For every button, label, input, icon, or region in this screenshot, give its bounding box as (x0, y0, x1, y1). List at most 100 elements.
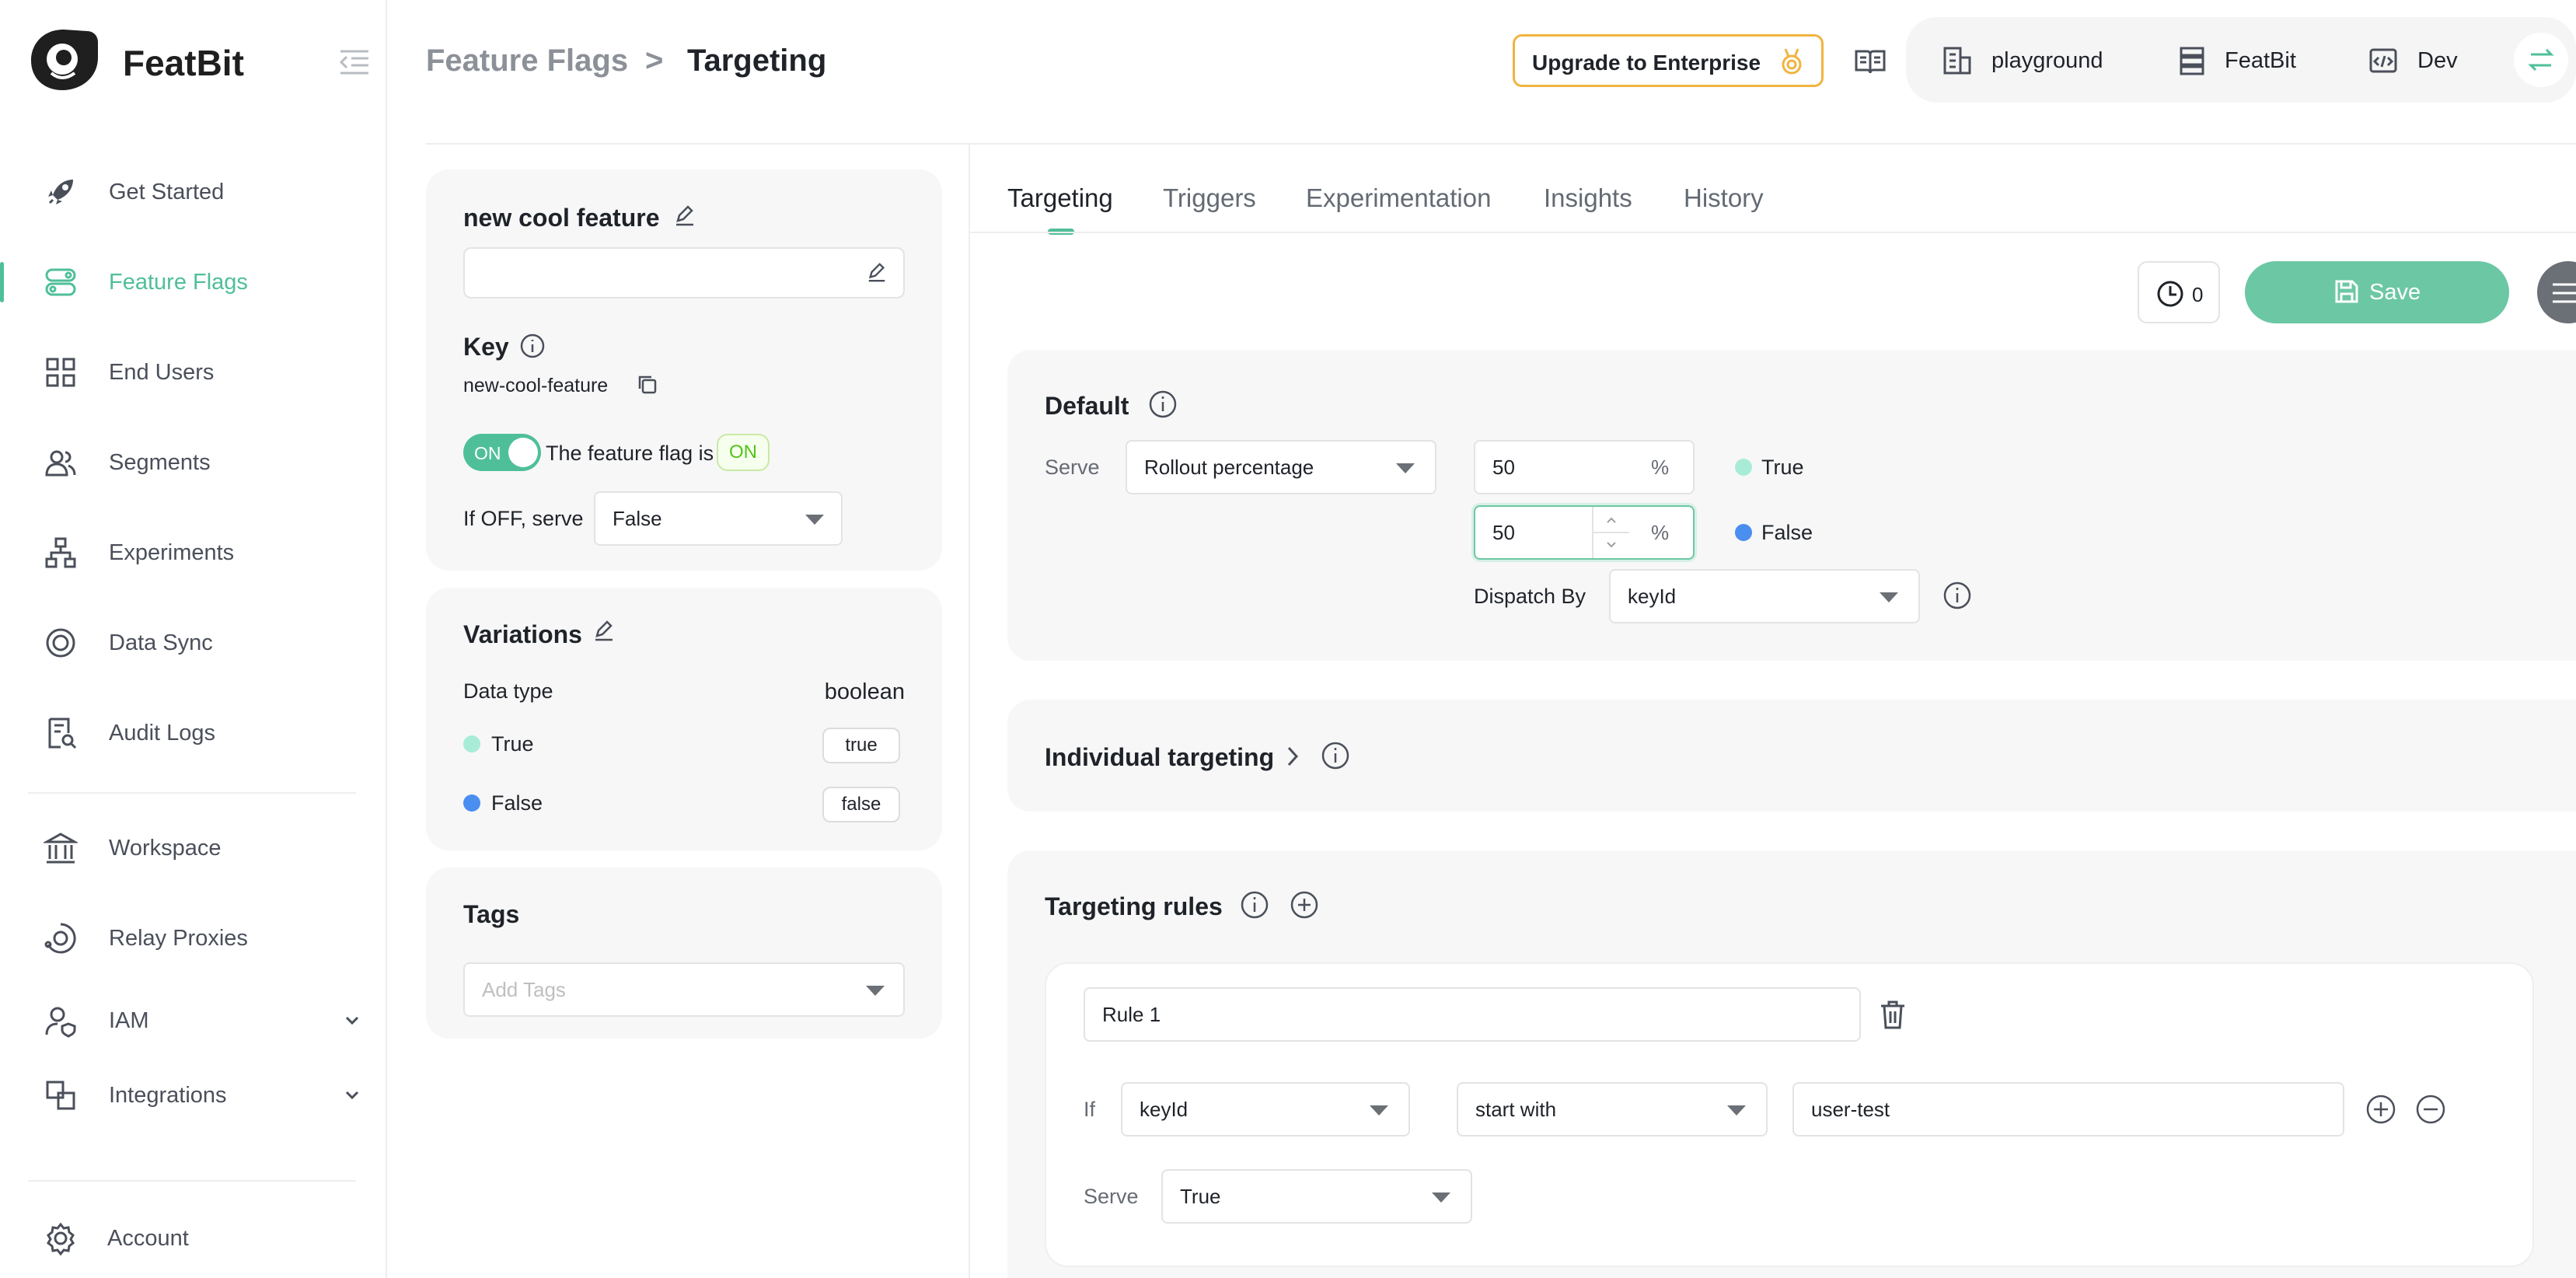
rule-name-input[interactable]: Rule 1 (1084, 987, 1861, 1042)
chevron-down-icon (866, 986, 885, 996)
edit-name-icon[interactable] (673, 204, 696, 231)
rollout-percent-input-focused[interactable]: 50 % (1474, 505, 1695, 560)
schedule-button[interactable]: 0 (2138, 261, 2220, 323)
tab-targeting[interactable]: Targeting (1007, 183, 1113, 213)
tab-history[interactable]: History (1684, 183, 1764, 213)
organization-name[interactable]: playground (1991, 48, 2103, 74)
add-condition-icon[interactable] (2365, 1093, 2397, 1130)
condition-attribute: keyId (1140, 1097, 1189, 1121)
rollout-percent-value: 50 (1492, 520, 1515, 544)
project-name[interactable]: FeatBit (2225, 48, 2296, 74)
menu-icon (2551, 281, 2576, 309)
tab-experimentation[interactable]: Experimentation (1306, 183, 1491, 213)
tags-select[interactable]: Add Tags (463, 962, 905, 1017)
docs-icon[interactable] (1853, 45, 1887, 79)
more-menu-button[interactable] (2537, 261, 2576, 323)
off-serve-select[interactable]: False (594, 491, 843, 546)
variation-value: false (822, 787, 900, 822)
condition-if-label: If (1084, 1098, 1096, 1121)
info-icon[interactable] (1239, 889, 1270, 924)
sidebar-item-workspace[interactable]: Workspace (0, 817, 386, 879)
rule-serve-label: Serve (1084, 1185, 1139, 1208)
variation-dot-false (1735, 524, 1752, 541)
serve-value: Rollout percentage (1144, 455, 1314, 479)
add-rule-icon[interactable] (1289, 889, 1320, 924)
variation-dot-true (1735, 459, 1752, 476)
sidebar-item-label: Account (107, 1225, 189, 1251)
sidebar-item-label: Experiments (109, 539, 235, 565)
sidebar-item-relay-proxies[interactable]: Relay Proxies (0, 907, 386, 969)
sidebar-item-experiments[interactable]: Experiments (0, 522, 386, 584)
grid-icon (44, 355, 78, 389)
upgrade-label: Upgrade to Enterprise (1532, 51, 1761, 75)
breadcrumb-parent[interactable]: Feature Flags (426, 44, 628, 79)
copy-icon[interactable] (636, 373, 659, 400)
sidebar-item-audit-logs[interactable]: Audit Logs (0, 702, 386, 764)
rule-serve-select[interactable]: True (1161, 1169, 1472, 1224)
number-stepper[interactable] (1592, 507, 1629, 558)
condition-operator: start with (1475, 1097, 1557, 1121)
remove-condition-icon[interactable] (2414, 1093, 2447, 1130)
save-button[interactable]: Save (2245, 261, 2509, 323)
chevron-down-icon[interactable] (342, 1011, 362, 1031)
edit-variations-icon[interactable] (592, 619, 616, 646)
sidebar-item-label: Get Started (109, 179, 225, 204)
tab-triggers[interactable]: Triggers (1163, 183, 1256, 213)
sidebar-item-label: Audit Logs (109, 720, 216, 746)
flag-key: new-cool-feature (463, 375, 609, 396)
sidebar-item-get-started[interactable]: Get Started (0, 161, 386, 223)
sidebar: FeatBit Get Started Feature Flags End Us… (0, 0, 387, 1278)
info-icon[interactable] (1147, 389, 1178, 424)
info-icon[interactable] (1942, 580, 1973, 615)
variation-dot-true (463, 735, 480, 752)
info-icon[interactable] (1320, 740, 1351, 775)
toggle-knob (508, 438, 538, 467)
flag-name: new cool feature (463, 204, 660, 232)
flag-description-input[interactable] (463, 247, 905, 299)
variation-name: False (491, 791, 543, 815)
sidebar-item-integrations[interactable]: Integrations (0, 1064, 386, 1126)
sidebar-item-account[interactable]: Account (0, 1207, 386, 1269)
brand-logo[interactable] (28, 26, 103, 93)
sidebar-item-label: Feature Flags (109, 269, 248, 295)
sidebar-item-end-users[interactable]: End Users (0, 341, 386, 403)
rule-name: Rule 1 (1102, 1002, 1161, 1026)
individual-targeting-card[interactable]: Individual targeting (1007, 700, 2576, 812)
context-switcher: playground FeatBit Dev (1906, 17, 2576, 103)
sidebar-item-feature-flags[interactable]: Feature Flags (0, 251, 386, 313)
sync-icon (44, 626, 78, 660)
rollout-percent-input[interactable]: 50 % (1474, 440, 1695, 494)
chevron-right-icon[interactable] (1281, 743, 1304, 773)
rocket-icon (44, 175, 78, 209)
percent-suffix: % (1651, 456, 1670, 479)
header-divider (426, 143, 2576, 145)
serve-select[interactable]: Rollout percentage (1126, 440, 1436, 494)
condition-value-input[interactable]: user-test (1792, 1082, 2344, 1137)
chevron-down-icon (1370, 1105, 1388, 1116)
dispatch-value: keyId (1628, 584, 1677, 608)
chevron-down-icon[interactable] (342, 1085, 362, 1105)
dispatch-select[interactable]: keyId (1609, 569, 1920, 623)
edit-description-icon[interactable] (866, 261, 888, 287)
condition-attribute-select[interactable]: keyId (1121, 1082, 1410, 1137)
tab-insights[interactable]: Insights (1544, 183, 1632, 213)
condition-operator-select[interactable]: start with (1457, 1082, 1768, 1137)
info-icon[interactable] (519, 333, 546, 363)
sidebar-item-segments[interactable]: Segments (0, 431, 386, 494)
chevron-down-icon (1727, 1105, 1746, 1116)
sidebar-item-data-sync[interactable]: Data Sync (0, 612, 386, 674)
environment-icon (2368, 45, 2399, 80)
flag-toggle[interactable]: ON (463, 434, 541, 471)
upgrade-button[interactable]: Upgrade to Enterprise (1513, 34, 1824, 87)
proxy-icon (44, 921, 78, 955)
serve-label: Serve (1045, 456, 1100, 479)
rollout-percent-value: 50 (1492, 455, 1515, 479)
switch-icon[interactable] (2514, 33, 2568, 87)
environment-name[interactable]: Dev (2417, 48, 2458, 74)
collapse-sidebar-icon[interactable] (337, 45, 372, 79)
trash-icon[interactable] (1876, 998, 1909, 1035)
data-type-label: Data type (463, 679, 553, 703)
tags-card: Tags Add Tags (426, 868, 942, 1039)
sidebar-divider (28, 1180, 356, 1182)
sidebar-item-iam[interactable]: IAM (0, 990, 386, 1052)
